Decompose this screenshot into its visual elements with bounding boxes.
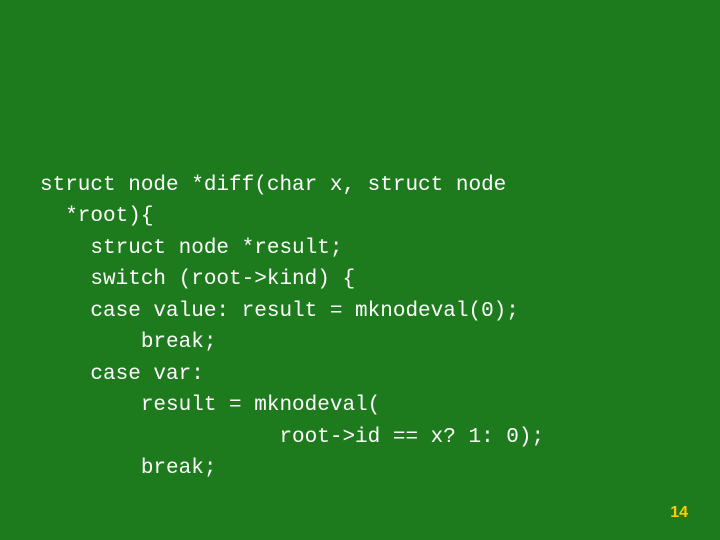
code-line-10: break; [40, 457, 216, 480]
code-line-3: struct node *result; [40, 237, 342, 260]
code-line-4: switch (root->kind) { [40, 268, 355, 291]
page-number: 14 [670, 504, 688, 522]
code-line-5: case value: result = mknodeval(0); [40, 300, 519, 323]
code-line-2: *root){ [40, 205, 153, 228]
code-line-9: root->id == x? 1: 0); [40, 426, 544, 449]
code-line-6: break; [40, 331, 216, 354]
code-block: struct node *diff(char x, struct node *r… [40, 138, 680, 485]
code-line-8: result = mknodeval( [40, 394, 380, 417]
code-line-7: case var: [40, 363, 204, 386]
code-line-1: struct node *diff(char x, struct node [40, 174, 506, 197]
